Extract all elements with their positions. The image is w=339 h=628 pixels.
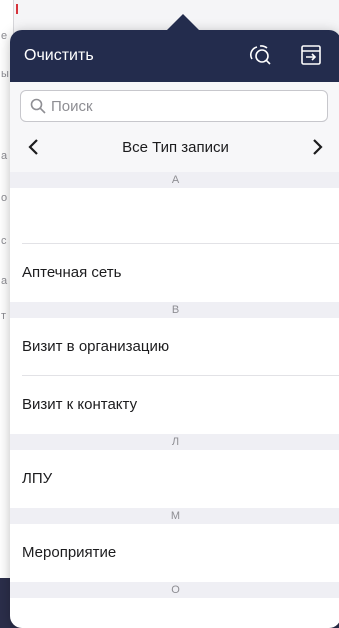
section-header: В bbox=[10, 302, 339, 318]
list-item-label: Мероприятие bbox=[22, 544, 117, 561]
background-letter: с bbox=[1, 235, 7, 247]
list-item[interactable]: Аптечная сеть bbox=[10, 244, 339, 302]
record-type-popover: Очистить Поиск Все Тип записи А Аптечная… bbox=[10, 30, 339, 628]
background-letter: а bbox=[1, 150, 8, 162]
list-item[interactable]: Визит к контакту bbox=[10, 376, 339, 434]
search-settings-icon[interactable] bbox=[247, 42, 273, 68]
section-header: А bbox=[10, 172, 339, 188]
section-header: Л bbox=[10, 434, 339, 450]
chevron-left-icon[interactable] bbox=[24, 136, 44, 158]
search-area: Все Тип записи bbox=[10, 82, 339, 172]
list-item[interactable]: ЛПУ bbox=[10, 450, 339, 508]
chevron-right-icon[interactable] bbox=[307, 136, 327, 158]
export-icon[interactable] bbox=[298, 42, 324, 68]
list-item-label: Аптечная сеть bbox=[22, 264, 122, 281]
clear-button[interactable]: Очистить bbox=[24, 46, 94, 66]
search-icon bbox=[30, 98, 46, 114]
search-box[interactable] bbox=[20, 90, 328, 122]
list-item-label: Визит к контакту bbox=[22, 396, 138, 413]
nav-title: Все Тип записи bbox=[122, 139, 229, 156]
list-item[interactable] bbox=[10, 188, 339, 244]
background-letter: е bbox=[1, 30, 8, 42]
record-type-nav: Все Тип записи bbox=[10, 132, 339, 164]
list-item-label: Визит в организацию bbox=[22, 338, 170, 355]
list-item[interactable]: Визит в организацию bbox=[10, 318, 339, 376]
search-input[interactable] bbox=[51, 96, 321, 116]
list-item-label: ЛПУ bbox=[22, 470, 53, 487]
popover-header: Очистить bbox=[10, 30, 339, 82]
background-letter: а bbox=[1, 275, 8, 287]
list-item[interactable]: Мероприятие bbox=[10, 524, 339, 582]
popover-arrow bbox=[167, 14, 199, 30]
section-header: О bbox=[10, 582, 339, 598]
background-red-marker bbox=[16, 4, 18, 14]
section-header: М bbox=[10, 508, 339, 524]
record-type-list: А Аптечная сеть В Визит в организацию Ви… bbox=[10, 172, 339, 598]
background-letter: о bbox=[1, 192, 8, 204]
background-letter: ы bbox=[1, 68, 9, 80]
background-letter: т bbox=[1, 310, 7, 322]
